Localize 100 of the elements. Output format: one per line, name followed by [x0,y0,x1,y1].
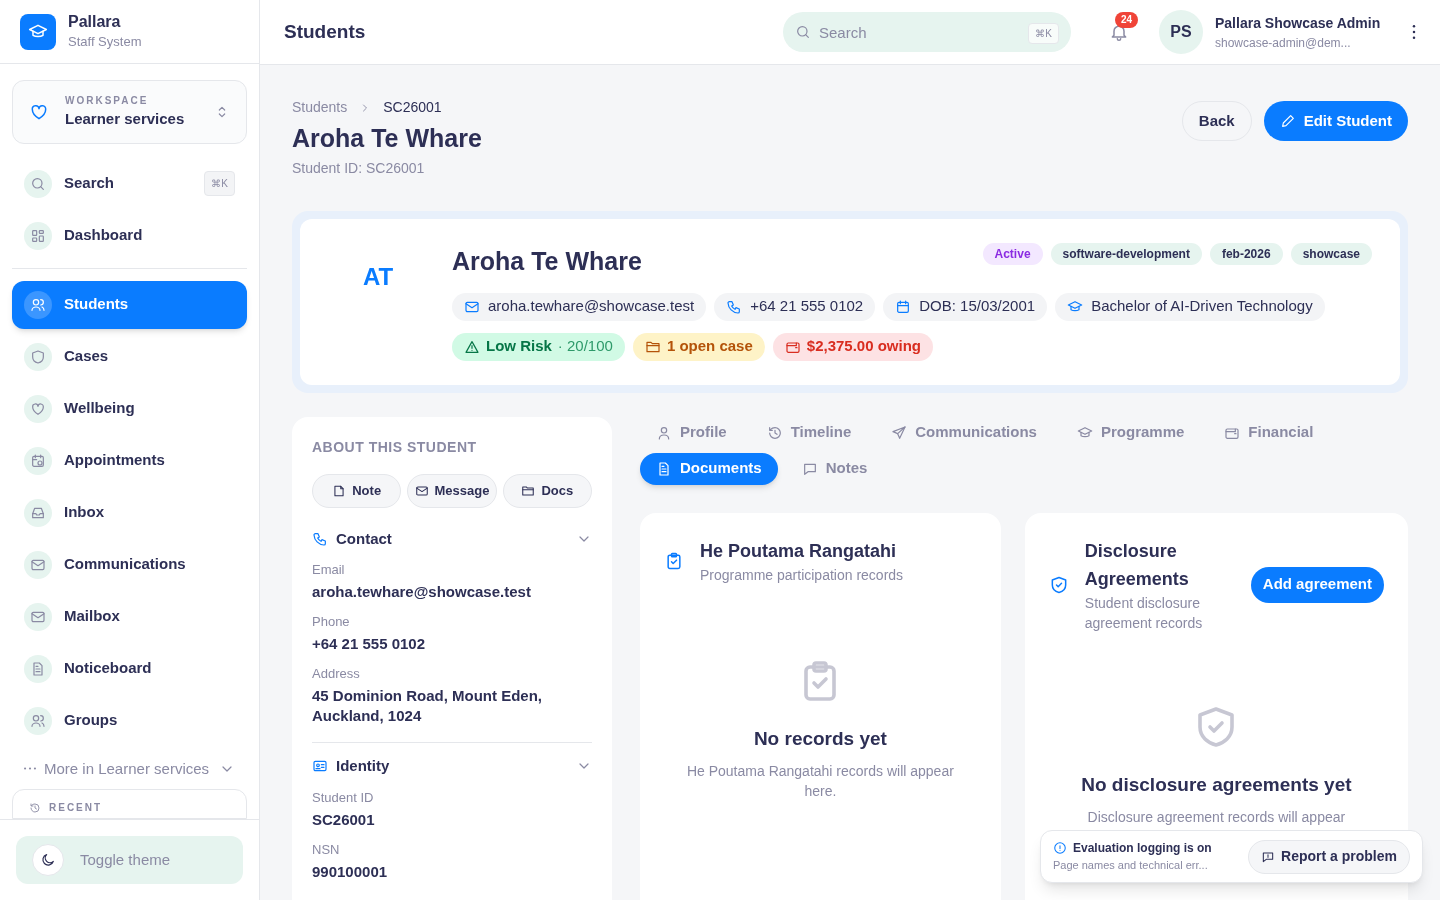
users-icon [30,296,46,313]
owing-badge: $2,375.00 owing [772,332,934,361]
workspace-switcher[interactable]: WORKSPACE Learner services [12,80,247,144]
sidebar-item[interactable]: Inbox [12,488,247,537]
calclock-icon [30,452,46,469]
sidebar-label: Students [64,294,130,315]
warning-icon [464,338,480,355]
notification-count: 24 [1115,12,1139,28]
sidebar-item[interactable]: Appointments [12,436,247,485]
paper-plane-icon [891,424,908,441]
history-icon [766,424,783,441]
detail-chip: Bachelor of AI-Driven Technology [1055,292,1325,321]
field-value: 45 Dominion Road, Mount Eden, Auckland, 1024 [312,686,543,726]
note-icon [332,483,347,498]
sidebar-item[interactable]: Dashboard [12,211,247,260]
field-label: Phone [312,613,351,631]
more-icon [24,767,36,770]
report-icon [1261,849,1276,864]
folder-icon [521,483,536,498]
document-icon [656,460,672,477]
header-title: Students [284,19,367,44]
workspace-label: WORKSPACE [65,94,150,108]
action-button[interactable]: Docs [502,473,592,508]
tag: Active [982,243,1043,265]
sidebar-item[interactable]: Search ⌘K [12,159,247,208]
page-subtitle: Student ID: SC26001 [292,159,426,178]
sidebar-label: Wellbeing [64,398,136,419]
calendar-icon [895,298,912,315]
sidebar-label: Cases [64,346,110,367]
shortcut-key: ⌘K [1028,23,1059,44]
sidebar-label: Search [64,173,116,194]
empty-title: No disclosure agreements yet [1081,772,1352,797]
shortcut-key: ⌘K [204,171,235,196]
search-icon [795,24,811,40]
clipboard-icon [664,550,684,571]
card-title: Disclosure Agreements [1084,539,1190,591]
person-icon [656,424,672,441]
mail-icon [414,483,429,498]
breadcrumb-item: SC26001 [383,98,442,117]
history-icon [29,801,41,814]
recent-label: RECENT [49,801,103,814]
sidebar-item[interactable]: Mailbox [12,592,247,641]
sidebar-label: Groups [64,710,119,731]
users-icon [30,712,46,729]
case-badge: 1 open case [632,332,765,361]
toast-text: Page names and technical err... [1053,858,1209,874]
field-label: Email [312,561,346,579]
action-button[interactable]: Message [407,473,497,508]
sidebar-item[interactable]: Communications [12,540,247,589]
brand-subtitle: Staff System [68,32,142,51]
more-label: More in Learner services [44,758,211,779]
sidebar-item[interactable]: Cases [12,332,247,381]
more-vertical-icon [1412,25,1416,39]
tab[interactable]: Documents [640,452,778,485]
section-header[interactable]: Contact [312,527,592,550]
student-name: Aroha Te Whare [452,246,642,277]
toast-title: Evaluation logging is on [1073,840,1212,858]
doc-icon [30,660,46,677]
card-subtitle: Student disclosure agreement records [1084,593,1204,633]
tag: showcase [1290,243,1372,265]
field-value: +64 21 555 0102 [312,634,427,654]
report-problem-button[interactable]: Report a problem [1248,839,1410,874]
user-email: showcase-admin@dem... [1215,34,1352,52]
card-title: He Poutama Rangatahi [700,539,898,563]
shield-icon [30,348,46,365]
student-initials: AT [361,262,395,292]
section-header[interactable]: Identity [312,755,592,778]
tag: software-development [1050,243,1202,265]
field-value: aroha.tewhare@showcase.test [312,582,532,602]
sidebar-label: Noticeboard [64,658,153,679]
detail-chip: DOB: 15/03/2001 [883,292,1048,321]
card-subtitle: Programme participation records [700,565,905,585]
sidebar-item[interactable]: Wellbeing [12,384,247,433]
empty-title: No records yet [753,726,887,751]
pencil-icon [1279,113,1296,129]
sidebar-label: Mailbox [64,606,121,627]
sidebar-label: Appointments [64,450,166,471]
detail-chip: aroha.tewhare@showcase.test [452,292,707,321]
sidebar-item[interactable]: Groups [12,696,247,745]
field-label: Student ID [312,788,375,807]
risk-badge: Low Risk · 20/100 [452,332,625,361]
detail-chip: +64 21 555 0102 [714,292,876,321]
workspace-name: Learner services [65,109,186,129]
sidebar-item[interactable]: Students [12,280,247,329]
page-title: Aroha Te Whare [292,123,482,154]
search-icon [30,175,46,192]
user-avatar: PS [1159,10,1203,54]
phone-icon [312,530,328,547]
more-link[interactable]: More in Learner services [12,756,247,781]
action-button[interactable]: Note [312,473,402,508]
sidebar-item[interactable]: Noticeboard [12,644,247,693]
sidebar-label: Inbox [64,502,105,523]
moon-icon [40,852,56,868]
heart-icon [30,400,46,417]
add-agreement-button[interactable]: Add agreement [1250,566,1384,603]
edit-student-button[interactable]: Edit Student [1263,101,1408,141]
empty-text: Disclosure agreement records will appear [1086,808,1347,827]
field-value: SC26001 [312,809,376,830]
empty-text: He Poutama Rangatahi records will appear here. [685,762,955,801]
sidebar-label: Communications [64,554,187,575]
